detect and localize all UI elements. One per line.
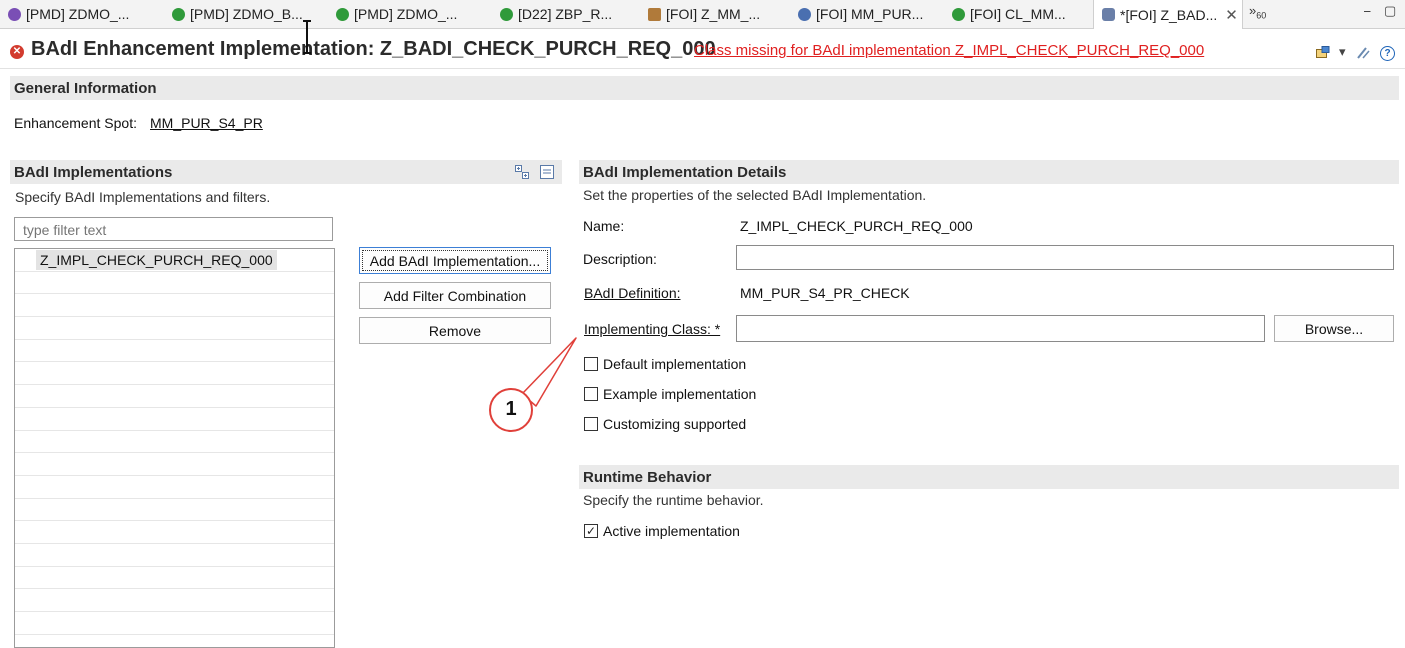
editor-tab-2[interactable]: [PMD] ZDMO_B... (172, 0, 303, 28)
green-object-icon (952, 7, 965, 21)
badi-implementations-description: Specify BAdI Implementations and filters… (15, 189, 271, 205)
general-info-section-bar (10, 76, 1399, 100)
expand-all-icon[interactable] (515, 165, 529, 182)
pen-icon[interactable] (1357, 46, 1371, 62)
default-implementation-label: Default implementation (603, 356, 747, 372)
list-row-empty (15, 521, 334, 544)
tab-overflow-button[interactable]: »60 (1249, 3, 1266, 21)
tab-label: [FOI] MM_PUR... (816, 6, 924, 22)
help-icon[interactable]: ? (1380, 46, 1395, 61)
list-row-empty (15, 385, 334, 408)
badi-impl-icon (1102, 8, 1115, 21)
toolbar-action-icon[interactable] (1316, 46, 1330, 62)
close-icon[interactable]: ✕ (1225, 6, 1238, 24)
general-info-title: General Information (14, 80, 157, 97)
list-row-empty (15, 544, 334, 567)
green-object-icon (172, 7, 185, 21)
checkmark-icon: ✓ (585, 524, 597, 538)
active-implementation-label: Active implementation (603, 523, 740, 539)
editor-tab-5[interactable]: [FOI] Z_MM_... (648, 0, 760, 28)
maximize-icon: ▢ (1384, 3, 1397, 18)
list-row-empty (15, 272, 334, 295)
filter-input-box[interactable] (14, 217, 333, 241)
maximize-button[interactable]: ▢ (1384, 3, 1396, 19)
list-row-empty (15, 589, 334, 612)
implementing-class-link[interactable]: Implementing Class: * (584, 321, 720, 337)
name-label: Name: (583, 218, 625, 234)
editor-tab-1[interactable]: [PMD] ZDMO_... (8, 0, 129, 28)
runtime-description: Specify the runtime behavior. (583, 492, 764, 508)
name-value: Z_IMPL_CHECK_PURCH_REQ_000 (740, 218, 973, 234)
list-row-empty (15, 635, 334, 647)
list-item-label: Z_IMPL_CHECK_PURCH_REQ_000 (36, 250, 277, 270)
list-row-empty (15, 340, 334, 363)
page-title: BAdI Enhancement Implementation: Z_BADI_… (31, 38, 716, 60)
badi-definition-link[interactable]: BAdI Definition: (584, 285, 681, 301)
implementing-class-field[interactable] (736, 315, 1265, 342)
minimize-button[interactable]: ⎯ (1364, 3, 1371, 19)
list-row-empty (15, 294, 334, 318)
list-item[interactable]: Z_IMPL_CHECK_PURCH_REQ_000 (15, 249, 334, 272)
badi-implementations-title: BAdI Implementations (14, 164, 173, 181)
details-description: Set the properties of the selected BAdI … (583, 187, 927, 203)
dropdown-chevron-icon[interactable]: ▾ (1339, 44, 1346, 60)
tab-label: [PMD] ZDMO_... (354, 6, 458, 22)
add-filter-combination-button[interactable]: Add Filter Combination (359, 282, 551, 309)
pmd-definition-icon (8, 7, 21, 21)
filter-input[interactable] (21, 219, 325, 241)
error-message-link[interactable]: Class missing for BAdI implementation Z_… (694, 42, 1204, 59)
tab-label: [PMD] ZDMO_B... (190, 6, 303, 22)
callout-number: 1 (505, 398, 517, 420)
editor-tab-7[interactable]: [FOI] CL_MM... (952, 0, 1066, 28)
list-row-empty (15, 317, 334, 340)
editor-tab-6[interactable]: [FOI] MM_PUR... (798, 0, 923, 28)
runtime-title: Runtime Behavior (583, 469, 712, 486)
list-row-empty (15, 453, 334, 476)
list-row-empty (15, 567, 334, 590)
customizing-supported-label: Customizing supported (603, 416, 747, 432)
editor-tab-3[interactable]: [PMD] ZDMO_... (336, 0, 457, 28)
details-title: BAdI Implementation Details (583, 164, 787, 181)
callout-arrow (489, 337, 577, 432)
tab-label: [FOI] CL_MM... (970, 6, 1066, 22)
add-badi-implementation-button[interactable]: Add BAdI Implementation... (359, 247, 551, 274)
example-implementation-label: Example implementation (603, 386, 757, 402)
green-object-icon (336, 7, 349, 21)
enhancement-spot-link[interactable]: MM_PUR_S4_PR (150, 115, 263, 131)
tab-label: [D22] ZBP_R... (518, 6, 613, 22)
overflow-count: 60 (1256, 10, 1267, 21)
list-row-empty (15, 476, 334, 499)
list-row-empty (15, 362, 334, 386)
tab-label: *[FOI] Z_BAD... (1120, 6, 1218, 23)
description-label: Description: (583, 251, 657, 267)
collapse-all-icon[interactable] (540, 165, 554, 182)
enhancement-spot-icon (798, 7, 811, 21)
error-icon: ✕ (10, 45, 24, 59)
list-row-empty (15, 408, 334, 431)
tab-label: [PMD] ZDMO_... (26, 6, 130, 22)
enhancement-spot-label: Enhancement Spot: (14, 115, 137, 131)
badi-implementations-list[interactable]: Z_IMPL_CHECK_PURCH_REQ_000 (14, 248, 335, 648)
tab-label: [FOI] Z_MM_... (666, 6, 761, 22)
browse-button[interactable]: Browse... (1274, 315, 1394, 342)
text-cursor-icon (300, 20, 314, 54)
description-field[interactable] (736, 245, 1394, 270)
green-object-icon (500, 7, 513, 21)
badi-definition-value: MM_PUR_S4_PR_CHECK (740, 285, 910, 301)
header-divider (0, 68, 1405, 69)
list-row-empty (15, 499, 334, 522)
editor-tab-active[interactable]: *[FOI] Z_BAD... ✕ (1093, 0, 1243, 29)
list-row-empty (15, 612, 334, 635)
editor-tab-4[interactable]: [D22] ZBP_R... (500, 0, 612, 28)
enhancement-icon (648, 7, 661, 21)
list-row-empty (15, 431, 334, 454)
active-implementation-checkbox[interactable]: ✓ (584, 524, 598, 538)
minimize-icon: ⎯ (1364, 3, 1371, 18)
